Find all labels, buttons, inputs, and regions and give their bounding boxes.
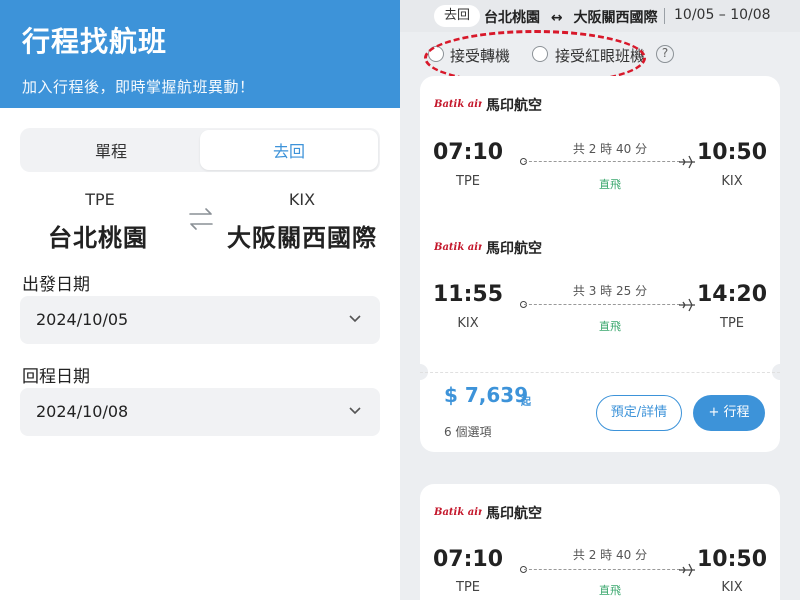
origin-city[interactable]: 台北桃園 bbox=[8, 218, 188, 253]
departure-code: TPE bbox=[456, 580, 480, 595]
book-details-button[interactable]: 預定/詳情 bbox=[596, 395, 682, 431]
route-line bbox=[524, 161, 680, 162]
direct-flight-label: 直飛 bbox=[599, 320, 621, 333]
divider bbox=[664, 8, 665, 24]
price-from-suffix: 起 bbox=[521, 397, 531, 408]
flight-result-card[interactable]: Batik air 馬印航空 07:10 TPE 共 2 時 40 分 直飛 1… bbox=[420, 484, 780, 600]
flight-duration: 共 2 時 40 分 bbox=[572, 142, 648, 156]
header-banner: 行程找航班 加入行程後，即時掌握航班異動！ bbox=[0, 0, 400, 108]
svg-text:Batik air: Batik air bbox=[434, 242, 482, 253]
departure-time: 07:10 bbox=[432, 140, 504, 165]
flight-results-panel: 去回 台北桃園 ↔ 大阪關西國際 10/05 – 10/08 接受轉機 接受紅眼… bbox=[400, 0, 800, 600]
arrival-code: KIX bbox=[721, 580, 743, 595]
route-selector: TPE 台北桃園 KIX 大阪關西國際 bbox=[0, 190, 400, 260]
batik-air-logo: Batik air bbox=[434, 242, 482, 253]
flight-duration: 共 3 時 25 分 bbox=[572, 284, 648, 298]
trip-type-tag: 去回 bbox=[434, 5, 481, 27]
card-divider bbox=[420, 372, 780, 373]
depart-date-select[interactable]: 2024/10/05 bbox=[20, 296, 380, 344]
airline-name: 馬印航空 bbox=[486, 241, 542, 257]
route-summary-bar: 去回 台北桃園 ↔ 大阪關西國際 10/05 – 10/08 bbox=[400, 0, 800, 32]
direct-flight-label: 直飛 bbox=[599, 584, 621, 597]
flight-result-card[interactable]: Batik air 馬印航空 07:10 TPE 共 2 時 40 分 直飛 1… bbox=[412, 76, 788, 452]
departure-code: KIX bbox=[457, 316, 479, 331]
add-to-itinerary-button[interactable]: + 行程 bbox=[693, 395, 765, 431]
price: $ 7,639 bbox=[444, 383, 529, 407]
tab-round-trip[interactable]: 去回 bbox=[200, 130, 378, 170]
page-title: 行程找航班 bbox=[22, 25, 168, 58]
arrival-code: KIX bbox=[721, 174, 743, 189]
destination-city[interactable]: 大阪關西國際 bbox=[212, 218, 392, 253]
route-line bbox=[524, 304, 680, 305]
svg-text:Batik air: Batik air bbox=[434, 507, 482, 518]
depart-date-value: 2024/10/05 bbox=[36, 310, 129, 329]
return-date-select[interactable]: 2024/10/08 bbox=[20, 388, 380, 436]
return-date-value: 2024/10/08 bbox=[36, 402, 129, 421]
return-date-label: 回程日期 bbox=[22, 367, 90, 387]
tab-one-way[interactable]: 單程 bbox=[22, 130, 200, 170]
route-summary: 台北桃園 ↔ 大阪關西國際 bbox=[484, 7, 657, 27]
route-to: 大阪關西國際 bbox=[573, 10, 658, 26]
trip-dates: 10/05 – 10/08 bbox=[674, 7, 771, 23]
help-icon[interactable]: ? bbox=[656, 45, 674, 63]
airline-name: 馬印航空 bbox=[486, 98, 542, 114]
origin-code[interactable]: TPE bbox=[20, 190, 180, 209]
options-count: 6 個選項 bbox=[444, 425, 492, 439]
trip-search-panel: 行程找航班 加入行程後，即時掌握航班異動！ 單程 去回 TPE 台北桃園 KIX… bbox=[0, 0, 400, 600]
departure-time: 07:10 bbox=[432, 547, 504, 572]
depart-date-label: 出發日期 bbox=[22, 275, 90, 295]
arrival-time: 10:50 bbox=[696, 547, 768, 572]
trip-type-segmented-control: 單程 去回 bbox=[20, 128, 380, 172]
arrival-time: 10:50 bbox=[696, 140, 768, 165]
departure-time: 11:55 bbox=[432, 282, 504, 307]
route-line bbox=[524, 569, 680, 570]
batik-air-logo: Batik air bbox=[434, 99, 482, 110]
chevron-down-icon bbox=[349, 315, 361, 323]
airline-name: 馬印航空 bbox=[486, 506, 542, 522]
page-subtitle: 加入行程後，即時掌握航班異動！ bbox=[22, 78, 255, 96]
round-trip-arrow-icon: ↔ bbox=[550, 10, 563, 26]
flight-duration: 共 2 時 40 分 bbox=[572, 548, 648, 562]
arrival-code: TPE bbox=[720, 316, 744, 331]
chevron-down-icon bbox=[349, 407, 361, 415]
departure-code: TPE bbox=[456, 174, 480, 189]
destination-code[interactable]: KIX bbox=[222, 190, 382, 209]
batik-air-logo: Batik air bbox=[434, 507, 482, 518]
svg-text:Batik air: Batik air bbox=[434, 99, 482, 110]
route-from: 台北桃園 bbox=[484, 10, 540, 26]
arrival-time: 14:20 bbox=[696, 282, 768, 307]
direct-flight-label: 直飛 bbox=[599, 178, 621, 191]
